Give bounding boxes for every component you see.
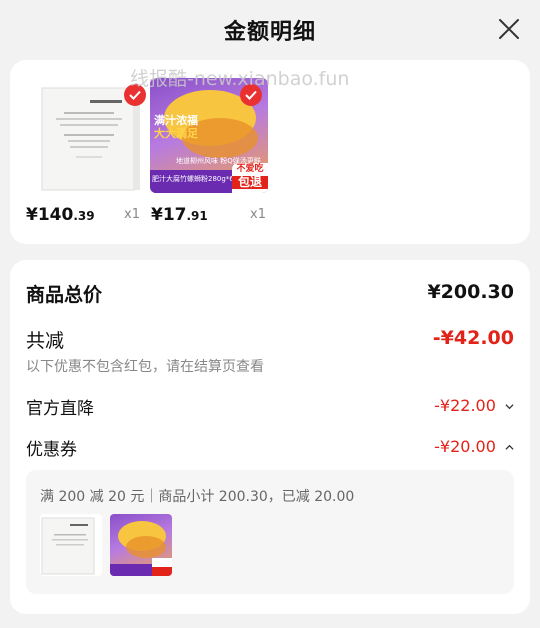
chevron-down-icon bbox=[505, 404, 514, 410]
checkmark-icon[interactable] bbox=[124, 84, 146, 106]
chevron-up-icon bbox=[505, 444, 514, 450]
coupon-row-toggle[interactable]: -¥20.00 bbox=[434, 437, 514, 456]
total-value: ¥200.30 bbox=[427, 281, 514, 303]
coupon-thumb-1 bbox=[40, 514, 102, 576]
product-item-2[interactable]: 满汁浓福 大大満足 地道柳州风味 粉Q弹汤更鲜 肥汁大腐竹螺蛳粉280g*6 不… bbox=[150, 78, 268, 193]
discount-note: 以下优惠不包含红包，请在结算页查看 bbox=[26, 359, 264, 375]
refund-tag: 不爱吃 包退 bbox=[232, 163, 268, 193]
product-qty-1: x1 bbox=[124, 207, 140, 222]
product-image-1 bbox=[34, 78, 152, 193]
discount-label: 共减 bbox=[26, 330, 65, 352]
product-art-banner: 肥汁大腐竹螺蛳粉280g*6 bbox=[152, 175, 234, 183]
product-qty-2: x1 bbox=[250, 207, 266, 222]
coupon-value: -¥20.00 bbox=[434, 437, 496, 456]
total-label: 商品总价 bbox=[26, 284, 103, 306]
coupon-thumb-2 bbox=[110, 514, 172, 576]
coupon-detail-text: 满 200 减 20 元｜商品小计 200.30，已减 20.00 bbox=[40, 489, 355, 505]
close-icon[interactable] bbox=[498, 18, 520, 40]
product-price-2: ¥17.91 bbox=[151, 205, 208, 225]
page-title: 金额明细 bbox=[223, 20, 316, 45]
checkmark-icon[interactable] bbox=[240, 84, 262, 106]
product-price-1: ¥140.39 bbox=[26, 205, 95, 225]
official-row-toggle[interactable]: -¥22.00 bbox=[434, 396, 514, 415]
header: 金额明细 bbox=[0, 0, 540, 60]
product-art-slogan: 满汁浓福 大大満足 bbox=[154, 114, 198, 140]
discount-value: -¥42.00 bbox=[432, 327, 514, 349]
product-item-1[interactable] bbox=[34, 78, 152, 193]
product-image-2: 满汁浓福 大大満足 地道柳州风味 粉Q弹汤更鲜 肥汁大腐竹螺蛳粉280g*6 不… bbox=[150, 78, 268, 193]
product-card: ¥140.39 x1 满汁浓福 大大満足 地道柳州风味 粉Q弹汤更鲜 肥汁大腐竹… bbox=[10, 60, 530, 244]
coupon-label: 优惠券 bbox=[26, 440, 77, 460]
coupon-detail-box: 满 200 减 20 元｜商品小计 200.30，已减 20.00 bbox=[26, 470, 514, 594]
official-label: 官方直降 bbox=[26, 399, 94, 419]
summary-card: 商品总价 ¥200.30 共减 -¥42.00 以下优惠不包含红包，请在结算页查… bbox=[10, 260, 530, 614]
official-value: -¥22.00 bbox=[434, 396, 496, 415]
